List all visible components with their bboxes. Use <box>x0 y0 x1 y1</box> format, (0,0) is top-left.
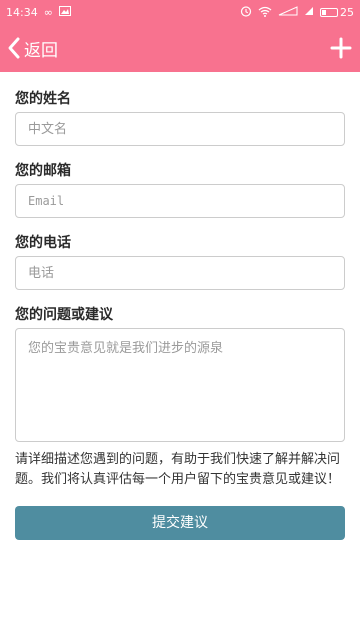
phone-label: 您的电话 <box>15 235 71 251</box>
phone-input[interactable] <box>15 256 345 290</box>
back-label: 返回 <box>24 40 58 61</box>
status-time: 14:34 <box>6 5 38 19</box>
alarm-icon <box>240 5 252 19</box>
image-notification-icon <box>58 6 71 18</box>
cellular-signal-2-icon <box>304 6 314 18</box>
phone-group: 您的电话 <box>15 232 345 290</box>
status-right: 25 <box>240 5 354 19</box>
email-label: 您的邮箱 <box>15 163 71 179</box>
battery-icon <box>320 7 338 17</box>
chevron-left-icon <box>6 36 22 60</box>
email-input[interactable] <box>15 184 345 218</box>
feedback-textarea[interactable] <box>15 328 345 442</box>
hint-text: 请详细描述您遇到的问题，有助于我们快速了解并解决问题。我们将认真评估每一个用户留… <box>15 452 341 487</box>
back-button[interactable]: 返回 <box>6 36 58 61</box>
status-left: 14:34 ∞ <box>6 6 71 19</box>
email-group: 您的邮箱 <box>15 160 345 218</box>
battery-level: 25 <box>340 5 354 19</box>
name-label: 您的姓名 <box>15 91 71 107</box>
plus-icon[interactable] <box>330 37 352 59</box>
name-input[interactable] <box>15 112 345 146</box>
cellular-signal-icon <box>278 6 298 18</box>
status-bar: 14:34 ∞ 25 <box>0 0 360 24</box>
app-bar: 返回 <box>0 24 360 72</box>
battery-indicator: 25 <box>320 6 354 19</box>
feedback-group: 您的问题或建议 <box>15 304 345 446</box>
wifi-icon <box>258 6 272 19</box>
submit-button[interactable]: 提交建议 <box>15 506 345 540</box>
feedback-label: 您的问题或建议 <box>15 307 113 323</box>
feedback-form: 您的姓名 您的邮箱 您的电话 您的问题或建议 请详细描述您遇到的问题，有助于我们… <box>15 88 345 540</box>
infinity-icon: ∞ <box>43 5 53 19</box>
name-group: 您的姓名 <box>15 88 345 146</box>
